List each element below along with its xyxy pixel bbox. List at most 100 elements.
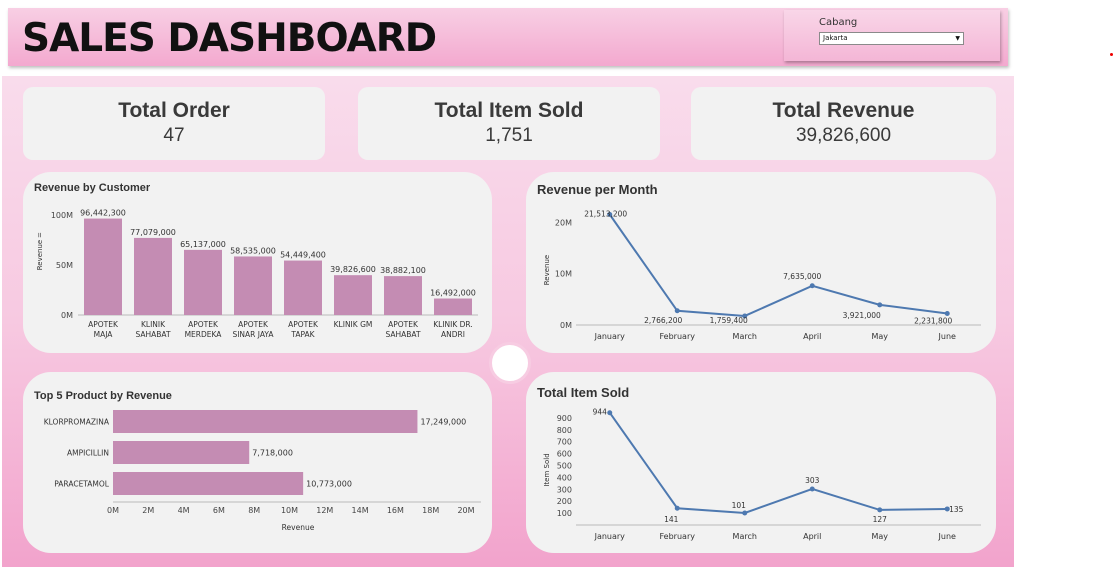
y-tick-label: 400 bbox=[557, 473, 572, 482]
series-line bbox=[608, 412, 948, 514]
dashboard-root: SALES DASHBOARD Cabang Jakarta ▼ Total O… bbox=[0, 0, 1118, 567]
top-products-panel: Top 5 Product by Revenue 0M 2M 4M 6M 8M 10M 12… bbox=[23, 372, 492, 553]
data-label: 2,231,800 bbox=[914, 317, 952, 326]
y-tick-label: 0M bbox=[61, 311, 73, 320]
data-label: 2,766,200 bbox=[644, 316, 682, 325]
x-tick-label: SINAR JAYA bbox=[232, 330, 274, 339]
x-tick-label: January bbox=[594, 532, 626, 541]
data-label: 38,882,100 bbox=[380, 266, 426, 275]
kpi-value: 39,826,600 bbox=[795, 125, 892, 146]
x-tick-label: June bbox=[938, 532, 957, 541]
data-label: 21,513,200 bbox=[584, 210, 627, 219]
x-tick-label: January bbox=[594, 332, 626, 341]
kpi-value: 1,751 bbox=[485, 125, 533, 146]
y-tick-label: 20M bbox=[555, 218, 572, 227]
kpi-total-order: Total Order 47 bbox=[23, 87, 325, 160]
x-tick-label: 16M bbox=[387, 506, 404, 515]
x-tick-label: APOTEK bbox=[188, 320, 219, 329]
top-products-chart: 0M 2M 4M 6M 8M 10M 12M 14M 16M 18M 20M Revenue KLORP… bbox=[44, 410, 481, 532]
data-point bbox=[607, 410, 613, 416]
bar bbox=[113, 472, 304, 495]
branch-select[interactable]: Jakarta ▼ bbox=[819, 32, 964, 45]
y-tick-label: AMPICILLIN bbox=[67, 449, 109, 458]
data-point bbox=[742, 510, 748, 516]
x-tick-label: 12M bbox=[316, 506, 333, 515]
x-tick-label: March bbox=[733, 532, 757, 541]
x-tick-label: ANDRI bbox=[441, 330, 465, 339]
red-dot bbox=[1110, 53, 1113, 56]
branch-select-value: Jakarta bbox=[823, 34, 848, 42]
y-tick-label: KLORPROMAZINA bbox=[44, 418, 110, 427]
x-tick-label: 4M bbox=[178, 506, 190, 515]
data-label: 1,759,400 bbox=[710, 316, 748, 325]
x-tick-label: 2M bbox=[142, 506, 154, 515]
data-label: 7,635,000 bbox=[783, 272, 821, 281]
data-label: 77,079,000 bbox=[130, 228, 176, 237]
total-item-sold-panel: Total Item Sold 100 200 300 400 500 600 700 800… bbox=[526, 372, 996, 553]
bar bbox=[434, 298, 472, 315]
dashboard-board: Total Order 47 Total Item Sold 1,751 Tot… bbox=[2, 76, 1014, 567]
data-label: 96,442,300 bbox=[80, 209, 126, 218]
x-tick-label: February bbox=[660, 532, 696, 541]
y-tick-label: 800 bbox=[557, 426, 572, 435]
x-tick-label: April bbox=[803, 332, 821, 341]
data-point bbox=[809, 283, 815, 289]
y-tick-label: 700 bbox=[557, 438, 572, 447]
data-point bbox=[877, 507, 883, 513]
x-tick-label: 0M bbox=[107, 506, 119, 515]
bar bbox=[84, 218, 122, 315]
data-label: 141 bbox=[664, 515, 679, 524]
x-tick-label: KLINIK GM bbox=[334, 320, 373, 329]
data-point bbox=[674, 308, 680, 314]
x-tick-label: 14M bbox=[352, 506, 369, 515]
x-tick-label: KLINIK bbox=[141, 320, 166, 329]
total-item-sold-chart: 100 200 300 400 500 600 700 800 900 Item Sold 944 J… bbox=[543, 408, 981, 541]
y-tick-label: 100 bbox=[557, 509, 572, 518]
data-label: 16,492,000 bbox=[430, 289, 476, 298]
x-tick-label: 8M bbox=[248, 506, 260, 515]
kpi-title: Total Order bbox=[118, 99, 230, 122]
page-title: SALES DASHBOARD bbox=[22, 16, 437, 61]
y-tick-label: 600 bbox=[557, 450, 572, 459]
x-tick-label: SAHABAT bbox=[385, 330, 420, 339]
x-tick-label: MAJA bbox=[94, 330, 114, 339]
revenue-by-customer-chart: 0M50M100MRevenue =96,442,300APOTEKMAJA77… bbox=[36, 209, 478, 339]
kpi-total-item-sold: Total Item Sold 1,751 bbox=[358, 87, 660, 160]
bar bbox=[134, 237, 172, 315]
series-line bbox=[608, 213, 948, 317]
dropdown-arrow-icon[interactable]: ▼ bbox=[955, 33, 960, 44]
data-label: 58,535,000 bbox=[230, 246, 276, 255]
x-tick-label: May bbox=[871, 332, 888, 341]
y-tick-label: 500 bbox=[557, 462, 572, 471]
x-tick-label: 6M bbox=[213, 506, 225, 515]
data-label: 10,773,000 bbox=[306, 480, 352, 489]
data-label: 944 bbox=[593, 408, 608, 417]
data-label: 127 bbox=[873, 515, 888, 524]
y-tick-label: PARACETAMOL bbox=[54, 480, 110, 489]
x-tick-label: March bbox=[733, 332, 757, 341]
x-tick-label: TAPAK bbox=[290, 330, 315, 339]
bar bbox=[113, 410, 418, 433]
data-label: 65,137,000 bbox=[180, 240, 226, 249]
revenue-per-month-panel: Revenue per Month 0M 10M 20M Revenue 21,513,… bbox=[526, 172, 996, 353]
y-axis-label-suffix: = bbox=[36, 232, 44, 238]
y-tick-label: 50M bbox=[56, 261, 73, 270]
x-tick-label: 10M bbox=[281, 506, 298, 515]
x-tick-label: APOTEK bbox=[88, 320, 119, 329]
x-tick-label: February bbox=[660, 332, 696, 341]
y-axis-label: Item Sold bbox=[543, 453, 551, 486]
y-axis-label: Revenue bbox=[543, 255, 551, 286]
y-tick-label: 200 bbox=[557, 497, 572, 506]
kpi-value: 47 bbox=[163, 125, 185, 146]
data-label: 3,921,000 bbox=[843, 311, 881, 320]
center-circle bbox=[489, 342, 531, 384]
kpi-title: Total Revenue bbox=[772, 99, 915, 122]
x-axis-label: Revenue bbox=[282, 523, 315, 532]
bar bbox=[284, 260, 322, 315]
data-point bbox=[674, 505, 680, 511]
branch-filter: Cabang Jakarta ▼ bbox=[784, 10, 1000, 61]
data-point bbox=[944, 311, 950, 317]
data-label: 39,826,600 bbox=[330, 265, 376, 274]
revenue-per-month-chart: 0M 10M 20M Revenue 21,513,200 January 2,766,20… bbox=[543, 210, 981, 341]
y-axis-label: Revenue bbox=[36, 240, 44, 271]
